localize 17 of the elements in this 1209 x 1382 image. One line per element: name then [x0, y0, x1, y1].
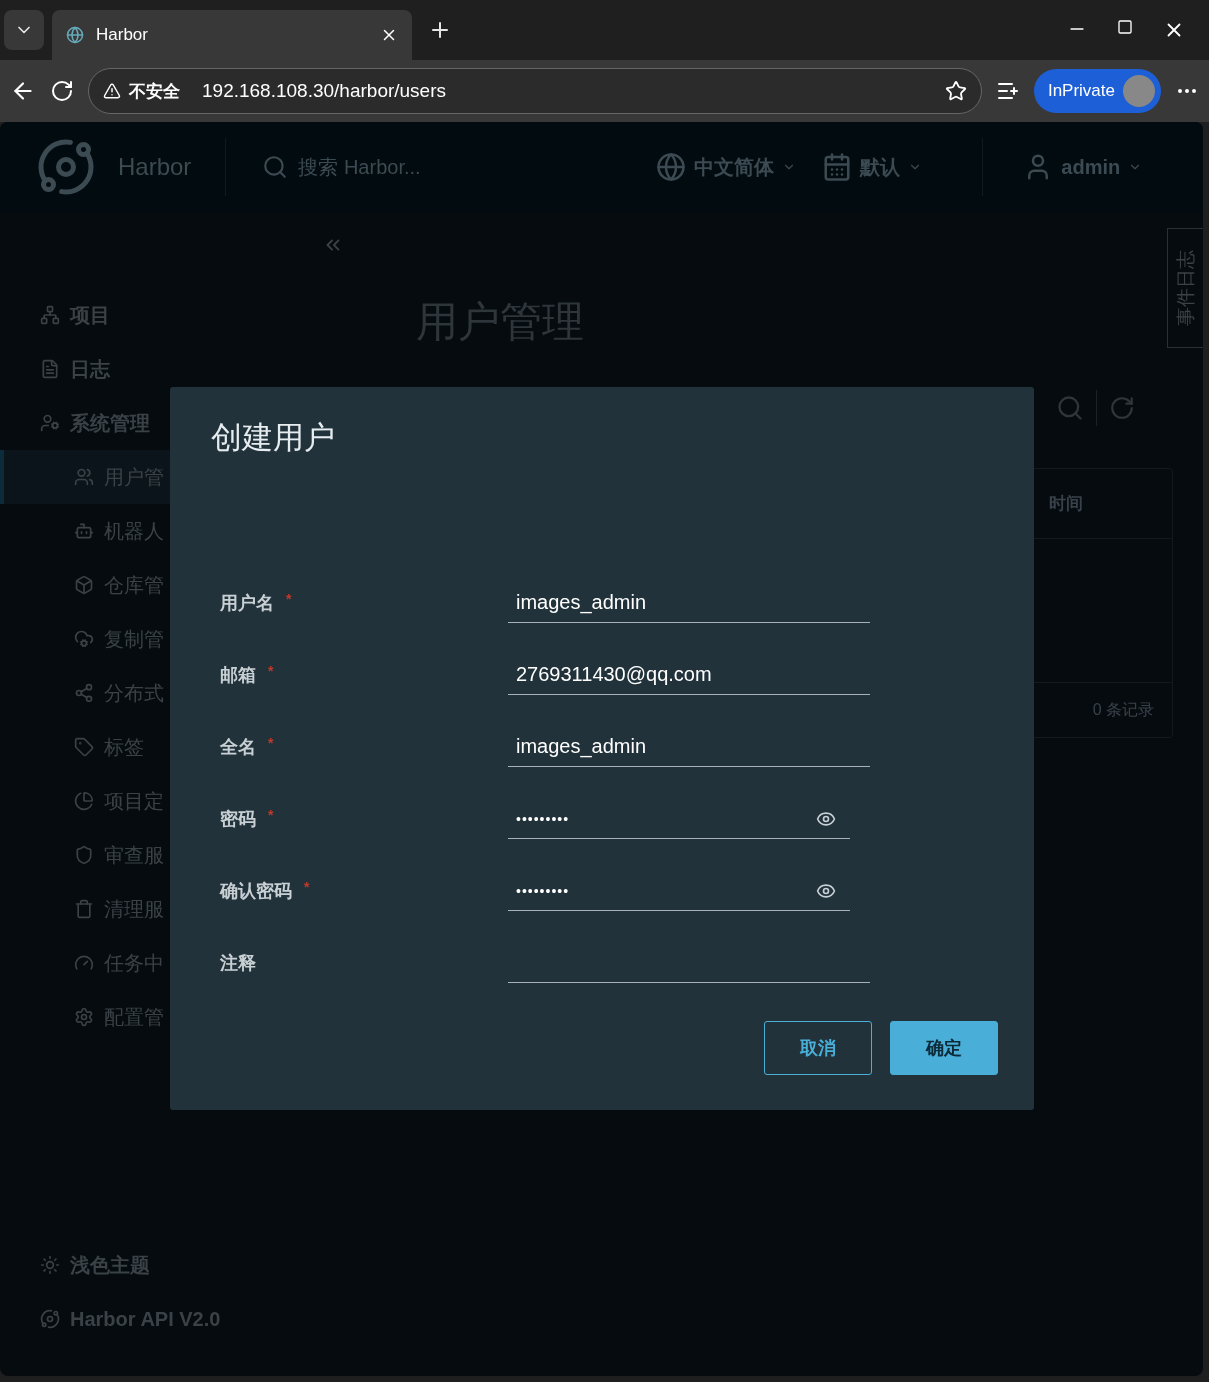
- field-label: 密码: [220, 808, 256, 831]
- field-label: 邮箱: [220, 664, 256, 687]
- field-label: 用户名: [220, 592, 274, 615]
- required-mark: *: [304, 879, 310, 897]
- field-label: 确认密码: [220, 880, 292, 903]
- dialog-title: 创建用户: [211, 419, 336, 457]
- security-label: 不安全: [129, 80, 180, 103]
- column-header: 时间: [1049, 493, 1083, 515]
- required-mark: *: [268, 807, 274, 825]
- field-label: 全名: [220, 736, 256, 759]
- brand-name: Harbor: [118, 153, 192, 181]
- required-mark: *: [268, 735, 274, 753]
- required-mark: *: [268, 663, 274, 681]
- required-mark: *: [286, 591, 292, 609]
- field-label: 注释: [220, 952, 256, 975]
- record-count: 0 条记录: [1092, 699, 1154, 720]
- url-text: 192.168.108.30/harbor/users: [202, 80, 447, 102]
